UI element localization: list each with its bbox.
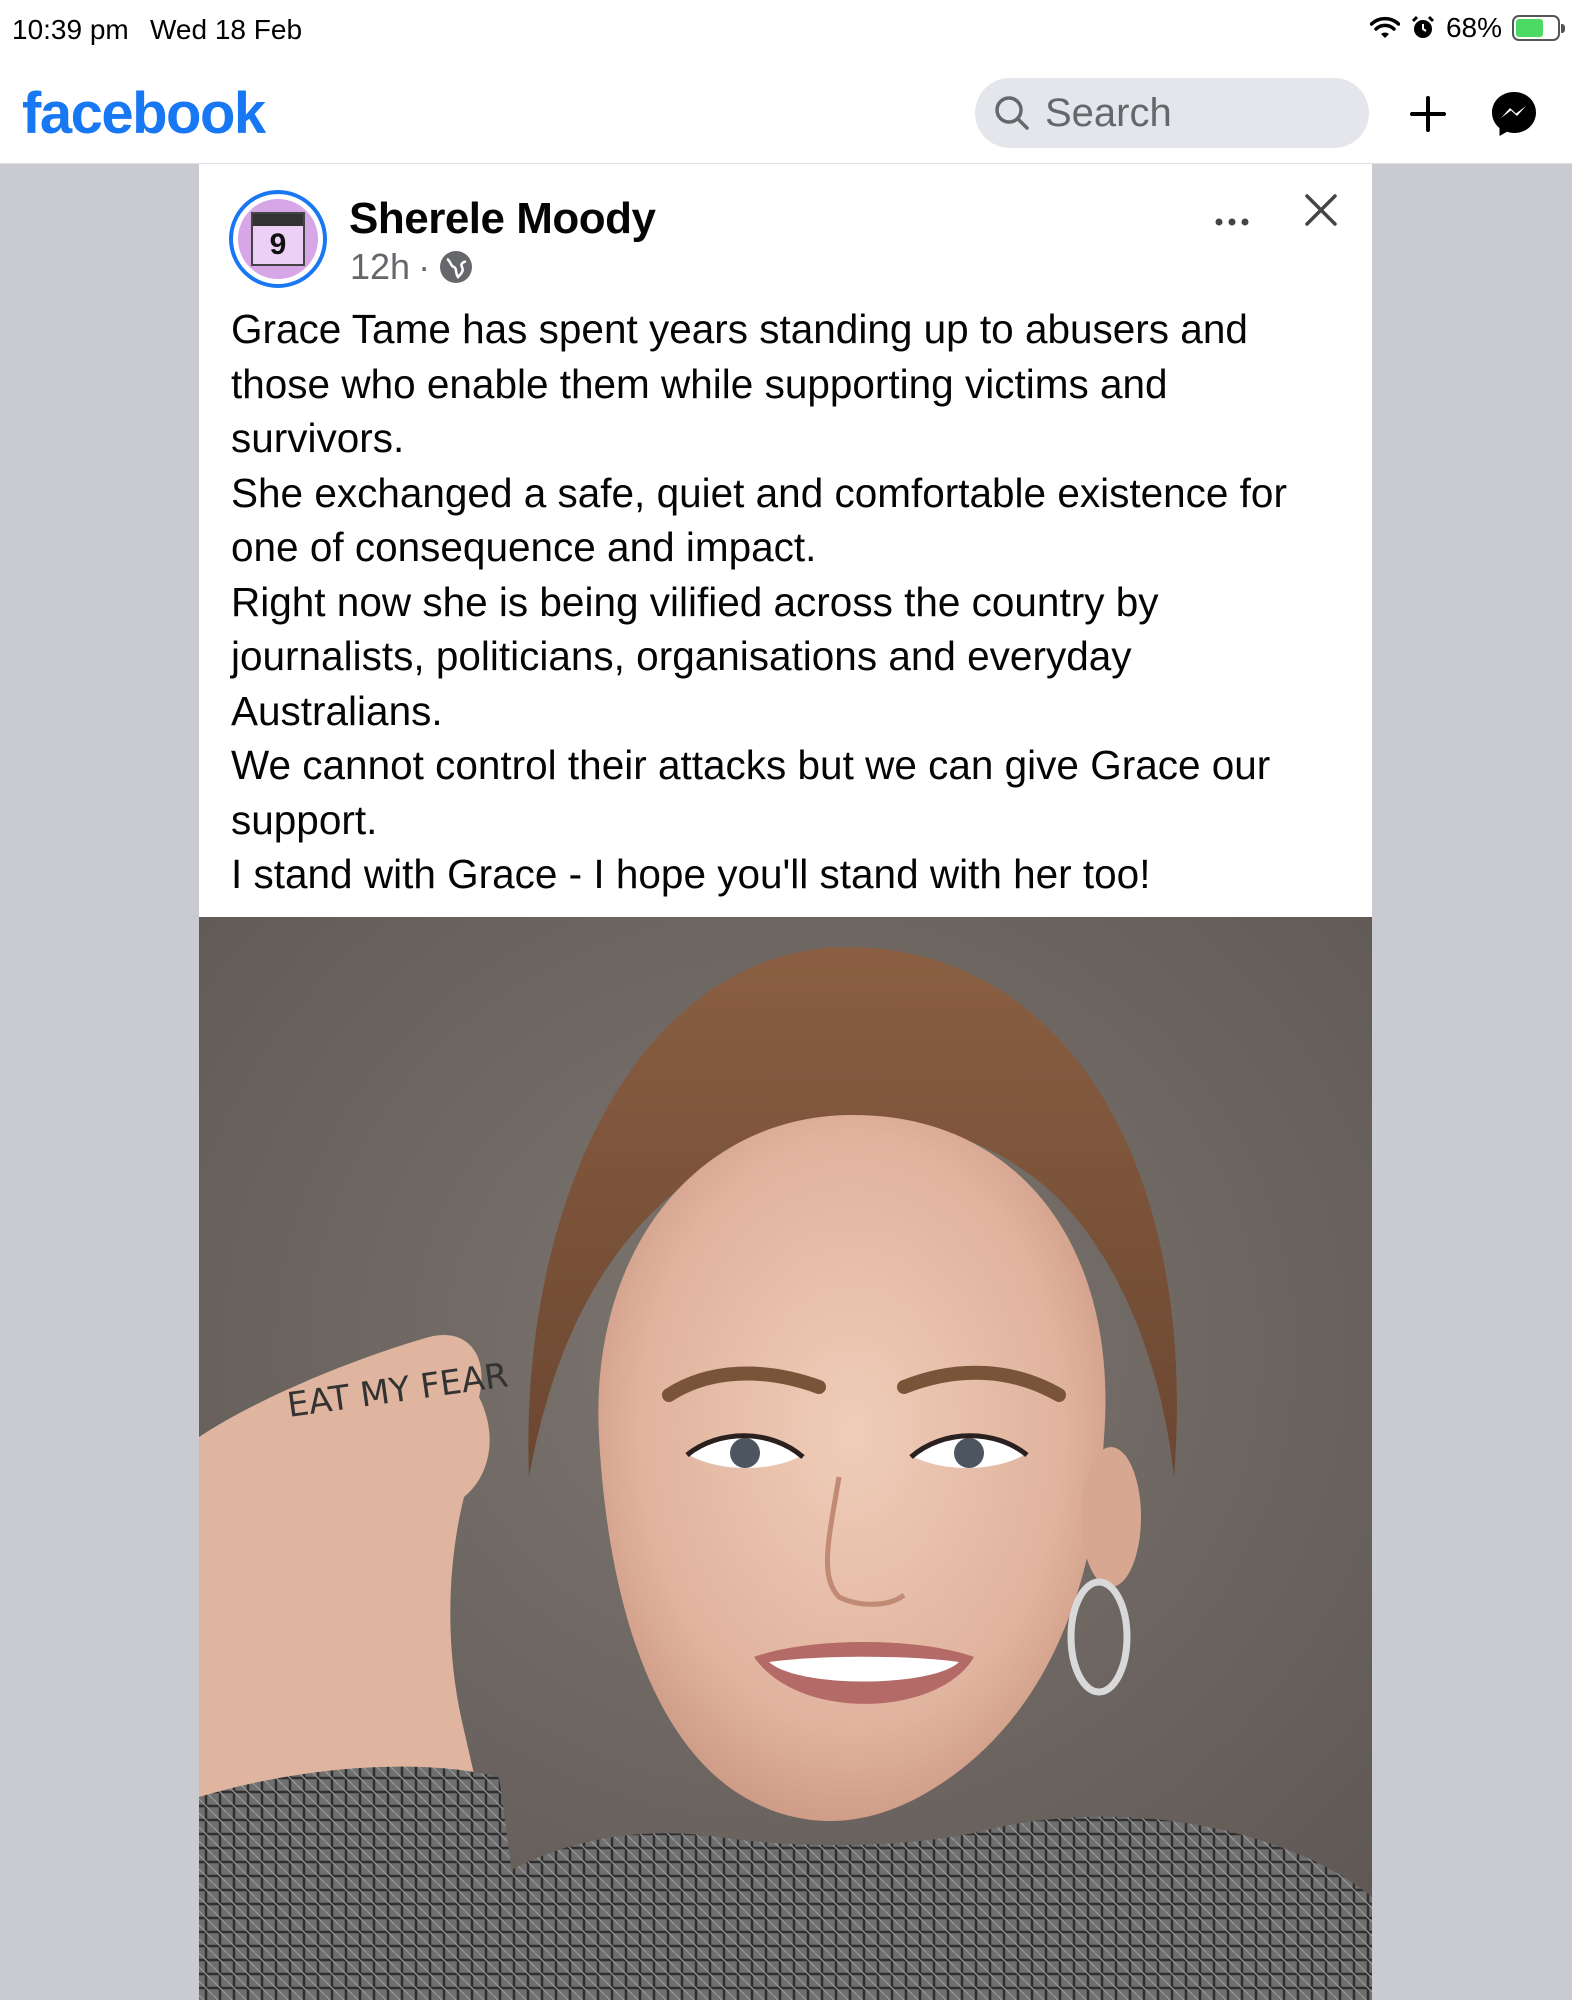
author-avatar[interactable]: 9 [229,190,327,288]
portrait-image: EAT MY FEAR [199,917,1372,2000]
globe-icon [440,251,473,283]
post-time[interactable]: 12h [350,246,410,288]
post-photo[interactable]: EAT MY FEAR [199,917,1372,2000]
calendar-icon: 9 [251,212,305,266]
post-text: Grace Tame has spent years standing up t… [231,306,1287,897]
plus-icon [1410,96,1446,132]
post-card: 9 Sherele Moody 12h · Grace Tame has spe… [199,164,1372,2000]
avatar-number: 9 [269,228,287,261]
close-button[interactable] [1299,188,1343,232]
create-button[interactable] [1400,86,1456,142]
status-time: 10:39 pm [12,14,129,45]
app-header: facebook [0,66,1572,164]
battery-icon [1512,15,1565,41]
status-bar: 10:39 pm Wed 18 Feb 68% [0,0,1572,66]
author-name[interactable]: Sherele Moody [349,194,656,244]
search-input[interactable] [1045,90,1345,136]
messenger-icon [1492,92,1536,136]
meta-separator: · [418,246,431,287]
facebook-logo[interactable]: facebook [22,80,266,147]
more-options-button[interactable] [1214,194,1250,236]
alarm-icon [1411,15,1435,38]
more-icon [1215,218,1249,226]
status-indicators: 68% [1369,12,1565,44]
battery-percent: 68% [1445,12,1502,43]
wifi-icon [1369,16,1400,38]
status-date: Wed 18 Feb [150,14,303,45]
battery-fill [1516,19,1544,37]
search-icon [995,96,1029,130]
close-icon [1305,194,1337,226]
avatar-image: 9 [238,199,318,279]
messenger-button[interactable] [1486,86,1542,142]
post-meta: 12h · [350,246,474,288]
search-bar[interactable] [975,78,1369,148]
